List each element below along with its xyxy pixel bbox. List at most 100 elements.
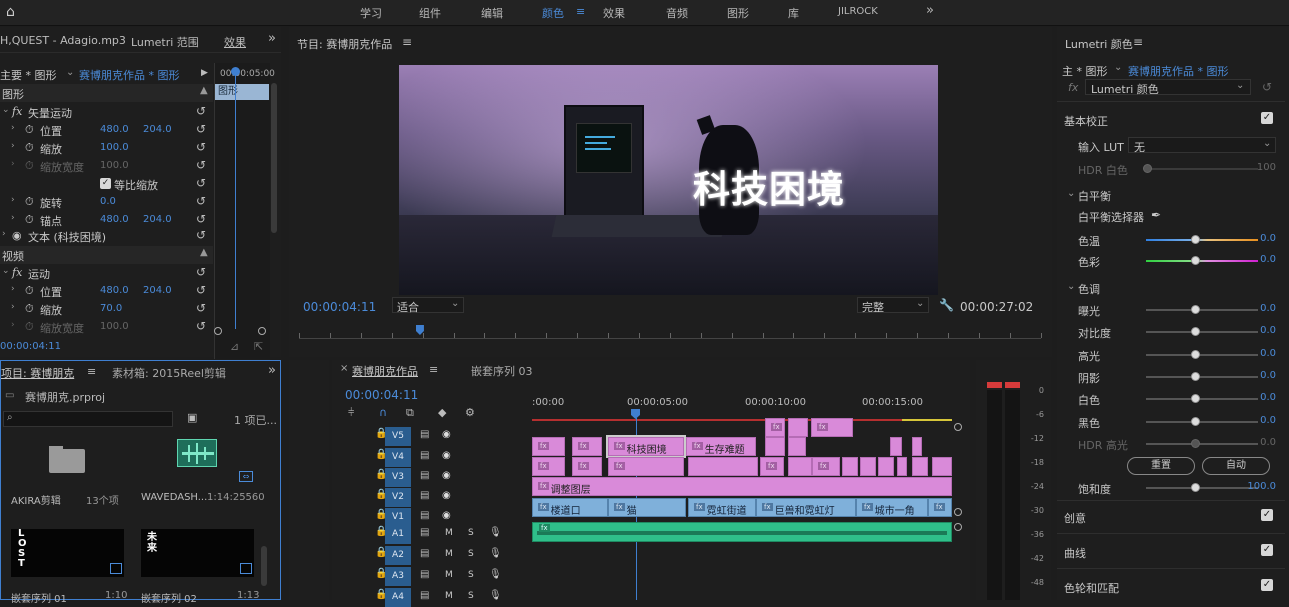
video-clip[interactable]: fx 巨兽和霓虹灯 <box>756 498 856 517</box>
tone-value[interactable]: 0.0 <box>1246 303 1276 314</box>
reset-icon[interactable]: ↺ <box>196 283 206 297</box>
menu-icon[interactable]: ≡ <box>429 363 438 376</box>
creative-checkbox[interactable]: ✓ <box>1261 509 1273 521</box>
slider-knob[interactable] <box>1191 256 1200 265</box>
lumetri-title[interactable]: Lumetri 颜色 <box>1065 36 1133 52</box>
program-timecode[interactable]: 00:00:04:11 <box>303 300 376 314</box>
slider-knob[interactable] <box>1191 235 1200 244</box>
tone-slider[interactable]: 白色 0.0 <box>1078 390 1278 408</box>
chevron-right-icon[interactable]: › <box>11 284 15 294</box>
workspace-libraries[interactable]: 库 <box>788 5 799 21</box>
tone-value[interactable]: 0.0 <box>1246 325 1276 336</box>
magnet-icon[interactable]: ∩ <box>379 406 387 419</box>
chevron-right-icon[interactable]: › <box>11 195 15 205</box>
workspace-learn[interactable]: 学习 <box>360 5 382 21</box>
video-clip[interactable]: fx <box>532 457 565 476</box>
mute-button[interactable]: M <box>445 570 453 580</box>
chevron-down-icon[interactable]: ⌄ <box>66 67 74 78</box>
stopwatch-icon[interactable]: ⏱ <box>25 195 34 209</box>
slider-knob[interactable] <box>1191 394 1200 404</box>
video-clip[interactable] <box>688 457 758 476</box>
reset-icon[interactable]: ↺ <box>196 122 206 136</box>
chevron-down-icon[interactable]: ⌄ <box>1067 188 1075 199</box>
slider-knob[interactable] <box>1191 438 1200 448</box>
video-clip[interactable]: fx <box>812 457 840 476</box>
stopwatch-icon[interactable]: ⏱ <box>25 302 34 316</box>
track-target[interactable]: A3 <box>385 567 411 586</box>
workspace-graphics[interactable]: 图形 <box>727 5 749 21</box>
chevron-down-icon[interactable]: ⌄ <box>1067 281 1075 292</box>
stopwatch-icon[interactable]: ⏱ <box>25 141 34 155</box>
microphone-icon[interactable]: 🎙 <box>489 548 502 559</box>
track-target[interactable]: A1 <box>385 525 411 544</box>
reset-icon[interactable]: ↺ <box>196 212 206 226</box>
video-clip[interactable]: fx 楼道口 <box>532 498 608 517</box>
slider-knob[interactable] <box>1143 164 1152 173</box>
collapse-icon[interactable]: ▲ <box>200 247 208 258</box>
reset-icon[interactable]: ↺ <box>196 301 206 315</box>
tint-value[interactable]: 0.0 <box>1246 254 1276 265</box>
title-overlay-text[interactable]: 科技困境 <box>693 159 845 213</box>
video-clip[interactable]: fx <box>572 457 602 476</box>
video-clip[interactable]: fx <box>760 457 784 476</box>
thumb-sequence-02[interactable]: 未来 <box>141 529 254 577</box>
new-bin-icon[interactable]: ▣ <box>187 411 197 424</box>
slider-knob[interactable] <box>1191 416 1200 426</box>
sync-lock-icon[interactable]: ▤ <box>420 490 429 501</box>
home-icon[interactable]: ⌂ <box>6 4 15 20</box>
solo-button[interactable]: S <box>468 570 474 580</box>
color-wheels-checkbox[interactable]: ✓ <box>1261 579 1273 591</box>
eye-icon[interactable]: ◉ <box>442 470 451 481</box>
reset-icon[interactable]: ↺ <box>196 176 206 190</box>
workspace-jilrock[interactable]: JILROCK <box>838 6 878 17</box>
section-color-wheels[interactable]: 色轮和匹配 <box>1064 580 1119 596</box>
fx-icon[interactable]: fx <box>12 266 22 279</box>
property-row[interactable]: › ⏱ 位置 480.0 204.0 ↺ <box>0 121 213 139</box>
tone-label[interactable]: 色调 <box>1078 281 1100 297</box>
workspace-menu-icon[interactable]: ≡ <box>576 5 585 18</box>
program-scrubber[interactable] <box>299 325 1042 339</box>
zoom-scrollbar[interactable] <box>214 327 270 335</box>
property-value-x[interactable]: 100.0 <box>100 160 129 171</box>
tone-slider[interactable]: 对比度 0.0 <box>1078 323 1278 341</box>
track-target[interactable]: V2 <box>385 488 411 507</box>
reset-button[interactable]: 重置 <box>1127 457 1195 475</box>
slider-knob[interactable] <box>1191 305 1200 314</box>
slider-knob[interactable] <box>1191 327 1200 337</box>
chevron-right-icon[interactable]: › <box>11 302 15 312</box>
auto-button[interactable]: 自动 <box>1202 457 1270 475</box>
property-row[interactable]: › ⏱ 缩放 100.0 ↺ <box>0 139 213 157</box>
microphone-icon[interactable]: 🎙 <box>489 590 502 601</box>
filter-icon[interactable]: ⊿ <box>230 340 239 353</box>
slider-knob[interactable] <box>1191 371 1200 381</box>
search-input[interactable]: ⌕ <box>3 411 173 427</box>
track-target[interactable]: V5 <box>385 427 411 446</box>
tab-timeline-active[interactable]: 赛博朋克作品 <box>352 363 418 379</box>
wrench-icon[interactable]: 🔧 <box>939 298 954 312</box>
workspace-overflow-icon[interactable]: » <box>926 3 934 18</box>
tone-value[interactable]: 0.0 <box>1246 437 1276 448</box>
scrollbar[interactable] <box>261 546 267 586</box>
tone-slider[interactable]: 阴影 0.0 <box>1078 368 1278 386</box>
stopwatch-icon[interactable]: ⏱ <box>25 123 34 137</box>
temperature-value[interactable]: 0.0 <box>1246 233 1276 244</box>
lumetri-master[interactable]: 主 * 图形 <box>1062 63 1108 79</box>
property-row[interactable]: › ⏱ 缩放 70.0 ↺ <box>0 300 213 318</box>
track-target[interactable]: V4 <box>385 448 411 467</box>
timeline-timecode[interactable]: 00:00:04:11 <box>345 388 418 402</box>
chevron-right-icon[interactable]: › <box>11 123 15 133</box>
workspace-audio[interactable]: 音频 <box>666 5 688 21</box>
chevron-right-icon[interactable]: › <box>2 229 6 239</box>
video-clip[interactable] <box>878 457 894 476</box>
mini-playhead-handle[interactable] <box>231 67 240 76</box>
video-clip[interactable] <box>890 437 902 456</box>
microphone-icon[interactable]: 🎙 <box>489 569 502 580</box>
property-value-x[interactable]: 480.0 <box>100 124 129 135</box>
property-value-y[interactable]: 204.0 <box>143 124 172 135</box>
reset-icon[interactable]: ↺ <box>196 158 206 172</box>
master-clip-label[interactable]: 主要 * 图形 <box>0 67 57 83</box>
tone-slider[interactable]: HDR 高光 0.0 <box>1078 435 1278 453</box>
tone-value[interactable]: 0.0 <box>1246 392 1276 403</box>
solo-button[interactable]: S <box>468 549 474 559</box>
reset-icon[interactable]: ↺ <box>196 319 206 333</box>
